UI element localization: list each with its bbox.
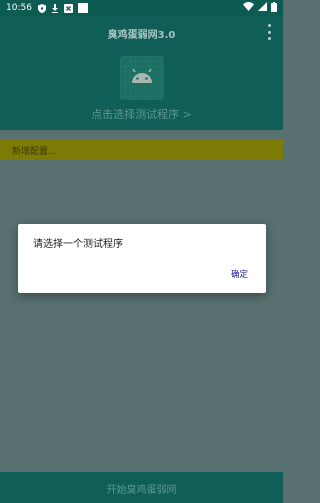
download-icon (51, 3, 59, 13)
more-vertical-icon[interactable] (267, 24, 271, 40)
add-config-label: 新增配置... (12, 147, 57, 157)
android-icon (120, 56, 164, 100)
dialog-confirm-button[interactable]: 确定 (231, 268, 248, 280)
battery-icon (271, 1, 277, 15)
signal-icon (258, 2, 267, 14)
start-button-label: 开始臭鸡蛋弱网 (106, 485, 177, 496)
shield-icon (37, 3, 46, 13)
alert-dialog: 请选择一个测试程序 确定 (18, 224, 266, 293)
wifi-icon (243, 2, 254, 14)
app-header: 点击选择测试程序 > (0, 50, 283, 130)
dialog-message: 请选择一个测试程序 (33, 239, 123, 250)
start-button[interactable]: 开始臭鸡蛋弱网 (0, 472, 283, 503)
white-square-icon (77, 3, 88, 13)
select-app-link[interactable]: 点击选择测试程序 > (0, 106, 283, 122)
select-app-button[interactable] (120, 56, 164, 100)
status-time: 10:56 (6, 3, 32, 13)
app-bar: 臭鸡蛋弱网3.0 (0, 16, 283, 50)
x-box-icon (63, 3, 73, 13)
status-bar: 10:56 (0, 0, 283, 16)
add-config-row[interactable]: 新增配置... (0, 140, 283, 160)
app-title: 臭鸡蛋弱网3.0 (107, 30, 176, 41)
